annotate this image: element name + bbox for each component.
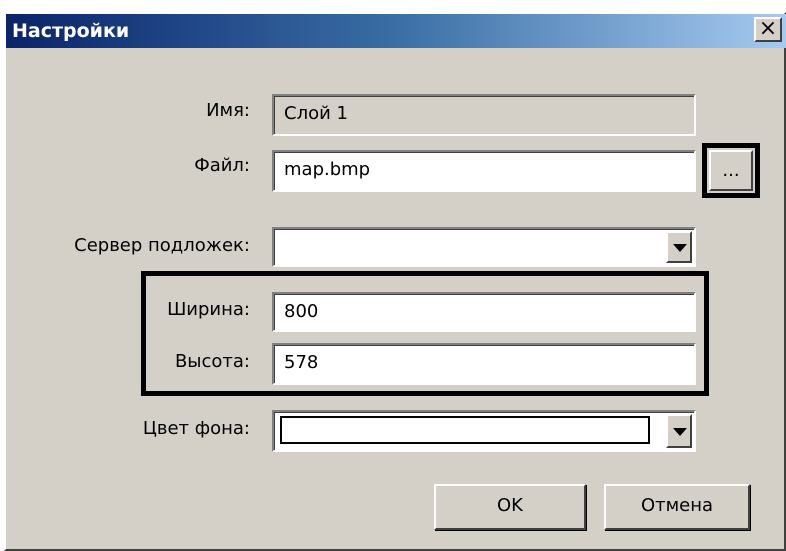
bg-color-label: Цвет фона: xyxy=(142,418,250,439)
file-label: Файл: xyxy=(194,155,250,176)
cancel-button[interactable]: Отмена xyxy=(604,484,750,530)
ok-button[interactable]: OK xyxy=(434,484,586,530)
color-swatch xyxy=(280,416,650,444)
width-field[interactable]: 800 xyxy=(272,292,696,332)
name-label: Имя: xyxy=(206,100,250,121)
chevron-down-icon xyxy=(673,428,687,436)
width-label: Ширина: xyxy=(167,299,250,320)
close-icon: × xyxy=(758,16,778,41)
browse-button[interactable]: ... xyxy=(709,150,753,191)
close-button[interactable]: × xyxy=(754,17,782,42)
bg-color-dropdown-button[interactable] xyxy=(666,414,692,448)
window-title: Настройки xyxy=(12,20,130,42)
file-field[interactable]: map.bmp xyxy=(272,150,696,192)
bg-color-select[interactable] xyxy=(272,410,696,452)
server-dropdown-button[interactable] xyxy=(666,231,692,263)
name-field: Слой 1 xyxy=(272,94,696,136)
height-field[interactable]: 578 xyxy=(272,343,696,385)
server-label: Сервер подложек: xyxy=(74,235,250,256)
chevron-down-icon xyxy=(673,244,687,252)
height-label: Высота: xyxy=(174,351,250,372)
server-select[interactable] xyxy=(272,227,696,267)
